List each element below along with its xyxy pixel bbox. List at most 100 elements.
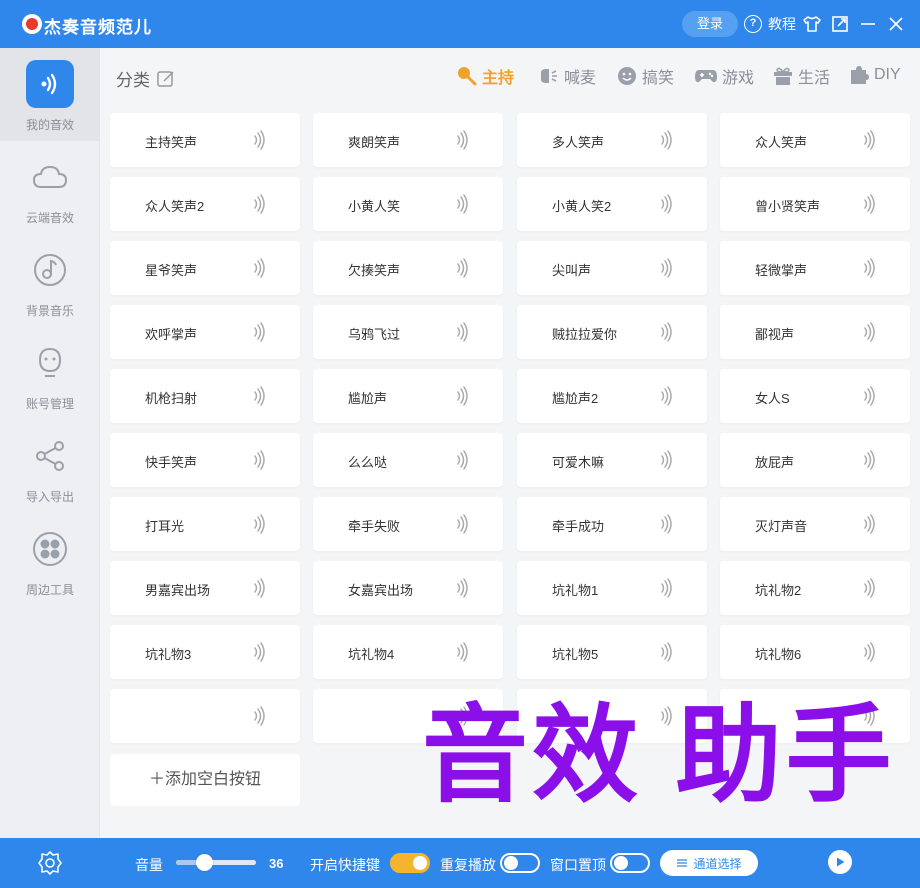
sound-button[interactable]: 小黄人笑: [313, 177, 503, 231]
volume-slider[interactable]: [176, 854, 256, 871]
sound-button[interactable]: 主持笑声: [110, 113, 300, 167]
sound-button[interactable]: 尖叫声: [517, 241, 707, 295]
channel-select-button[interactable]: 通道选择: [660, 850, 758, 876]
sound-button-label: 打耳光: [145, 519, 185, 534]
share-icon: [26, 432, 74, 480]
help-button[interactable]: ? 教程: [744, 14, 796, 34]
sidebar-item-my-sounds[interactable]: 我的音效: [0, 48, 100, 141]
sound-button[interactable]: 欠揍笑声: [313, 241, 503, 295]
sound-wave-icon: [252, 706, 266, 731]
sidebar-item-cloud-sounds[interactable]: 云端音效: [0, 141, 100, 234]
sound-button[interactable]: 灭灯声音: [720, 497, 910, 551]
sound-wave-icon: [659, 130, 673, 155]
hotkey-toggle[interactable]: [390, 853, 430, 873]
sound-button[interactable]: 牵手失败: [313, 497, 503, 551]
sound-button[interactable]: 可爱木嘛: [517, 433, 707, 487]
sound-wave-icon: [659, 514, 673, 539]
sound-button-label: 坑礼物3: [145, 647, 192, 662]
sidebar-item-import-export[interactable]: 导入导出: [0, 420, 100, 513]
sound-button[interactable]: 众人笑声2: [110, 177, 300, 231]
sound-button[interactable]: 女人S: [720, 369, 910, 423]
sound-button[interactable]: 牵手成功: [517, 497, 707, 551]
volume-slider-knob[interactable]: [196, 854, 214, 871]
sound-button[interactable]: 小黄人笑2: [517, 177, 707, 231]
tab-shout[interactable]: 喊麦: [538, 64, 596, 88]
sound-wave-icon: [455, 514, 469, 539]
mini-mode-icon[interactable]: [830, 14, 850, 34]
sidebar-item-account[interactable]: 账号管理: [0, 327, 100, 420]
tab-game[interactable]: 游戏: [694, 64, 754, 88]
sound-button[interactable]: 贼拉拉爱你: [517, 305, 707, 359]
sound-button-label: 牵手失败: [348, 519, 401, 534]
sound-button[interactable]: 爽朗笑声: [313, 113, 503, 167]
sound-button[interactable]: 星爷笑声: [110, 241, 300, 295]
sound-button[interactable]: 打耳光: [110, 497, 300, 551]
sound-wave-icon: [862, 386, 876, 411]
sound-button[interactable]: 快手笑声: [110, 433, 300, 487]
sidebar-item-tools[interactable]: 周边工具: [0, 513, 100, 606]
sound-button-label: 坑礼物1: [552, 583, 599, 598]
sound-button[interactable]: 么么哒: [313, 433, 503, 487]
add-blank-button[interactable]: ＋添加空白按钮: [110, 754, 300, 806]
sound-button-label: 灭灯声音: [755, 519, 808, 534]
ontop-toggle[interactable]: [610, 853, 650, 873]
tab-funny[interactable]: 搞笑: [616, 64, 674, 88]
sound-button[interactable]: 坑礼物3: [110, 625, 300, 679]
sound-button[interactable]: [110, 689, 300, 743]
category-label: 分类: [116, 71, 150, 90]
sound-button[interactable]: 坑礼物6: [720, 625, 910, 679]
sound-button[interactable]: 放屁声: [720, 433, 910, 487]
sound-button-label: 欠揍笑声: [348, 263, 401, 278]
sound-button[interactable]: 坑礼物2: [720, 561, 910, 615]
main-panel: 分类 主持 喊麦 搞笑 游戏 生活 DIY 主持笑声 爽朗笑声 多人笑声 众人笑声众人…: [100, 48, 920, 838]
repeat-toggle[interactable]: [500, 853, 540, 873]
sound-wave-icon: [862, 450, 876, 475]
tab-host[interactable]: 主持: [456, 64, 514, 88]
sound-button[interactable]: 坑礼物1: [517, 561, 707, 615]
ontop-label: 窗口置顶: [550, 857, 606, 873]
sound-wave-icon: [252, 642, 266, 667]
sound-wave-icon: [26, 60, 74, 108]
app-title: 杰奏音频范儿: [44, 18, 152, 37]
sound-button[interactable]: 男嘉宾出场: [110, 561, 300, 615]
sound-wave-icon: [252, 322, 266, 347]
mic-icon: [458, 67, 477, 86]
sound-button-label: 可爱木嘛: [552, 455, 605, 470]
settings-button[interactable]: [0, 838, 100, 888]
sound-button[interactable]: 女嘉宾出场: [313, 561, 503, 615]
sound-button[interactable]: 坑礼物4: [313, 625, 503, 679]
sidebar-item-label: 账号管理: [25, 397, 74, 411]
login-button[interactable]: 登录: [682, 11, 738, 37]
sound-wave-icon: [862, 194, 876, 219]
sound-button[interactable]: 尴尬声2: [517, 369, 707, 423]
sound-button[interactable]: 多人笑声: [517, 113, 707, 167]
sound-button[interactable]: 众人笑声: [720, 113, 910, 167]
sound-button[interactable]: 坑礼物5: [517, 625, 707, 679]
sidebar-item-bgm[interactable]: 背景音乐: [0, 234, 100, 327]
sound-button[interactable]: 尴尬声: [313, 369, 503, 423]
sound-wave-icon: [252, 578, 266, 603]
sound-button[interactable]: 曾小贤笑声: [720, 177, 910, 231]
tab-diy[interactable]: DIY: [848, 64, 901, 86]
minimize-icon[interactable]: [858, 14, 878, 34]
sound-wave-icon: [455, 450, 469, 475]
bottom-bar: 音量 36 开启快捷键 重复播放 窗口置顶 通道选择: [0, 838, 920, 888]
skin-shirt-icon[interactable]: [802, 14, 822, 34]
sound-wave-icon: [862, 258, 876, 283]
sound-wave-icon: [659, 322, 673, 347]
sound-button-label: 坑礼物6: [755, 647, 802, 662]
channel-select-label: 通道选择: [693, 856, 742, 871]
gamepad-icon: [695, 70, 717, 83]
sound-wave-icon: [862, 514, 876, 539]
sound-button[interactable]: 乌鸦飞过: [313, 305, 503, 359]
sidebar-item-label: 背景音乐: [25, 304, 74, 318]
sound-button-label: 众人笑声: [755, 135, 808, 150]
sound-button[interactable]: 欢呼掌声: [110, 305, 300, 359]
close-icon[interactable]: [886, 14, 906, 34]
play-button[interactable]: [828, 850, 852, 874]
edit-icon[interactable]: [156, 69, 176, 89]
tab-life[interactable]: 生活: [772, 64, 830, 88]
sound-button[interactable]: 机枪扫射: [110, 369, 300, 423]
sound-button[interactable]: 轻微掌声: [720, 241, 910, 295]
sound-button[interactable]: 鄙视声: [720, 305, 910, 359]
